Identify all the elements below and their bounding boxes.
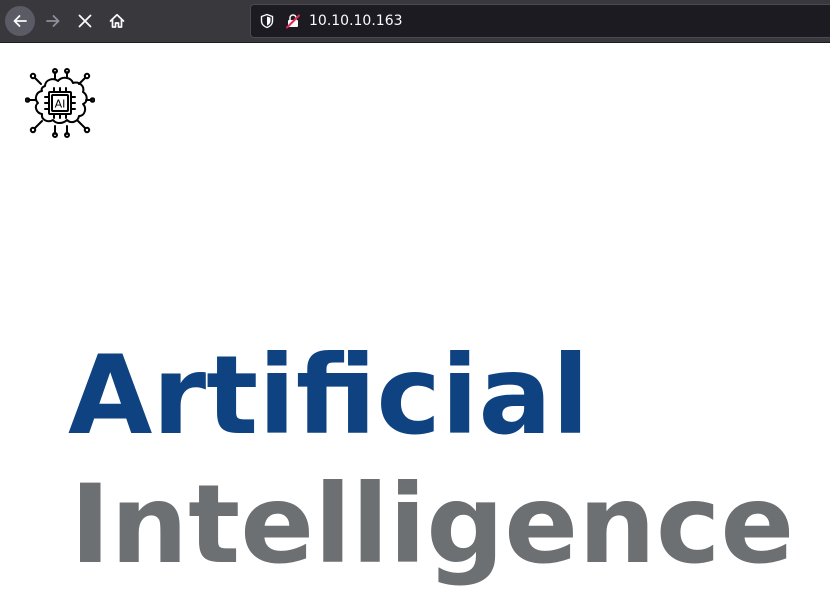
close-icon [78, 14, 92, 28]
insecure-lock-icon[interactable] [285, 13, 301, 29]
home-icon [109, 13, 125, 28]
arrow-right-icon [46, 15, 60, 27]
stop-button[interactable] [70, 6, 100, 36]
back-button[interactable] [5, 6, 35, 36]
url-bar[interactable]: 10.10.10.163 [250, 4, 830, 38]
browser-toolbar: 10.10.10.163 [0, 0, 830, 43]
logo-text: AI [55, 98, 66, 111]
page-content: AI Artificial Intelligence [0, 43, 830, 616]
ai-brain-chip-icon: AI [25, 68, 95, 138]
url-text[interactable]: 10.10.10.163 [309, 12, 403, 30]
home-button[interactable] [102, 6, 132, 36]
arrow-left-icon [13, 15, 27, 27]
hero-title-line-1: Artificial [68, 332, 590, 459]
shield-icon[interactable] [259, 13, 275, 29]
hero-title-line-2: Intelligence [70, 461, 795, 588]
forward-button[interactable] [38, 6, 68, 36]
